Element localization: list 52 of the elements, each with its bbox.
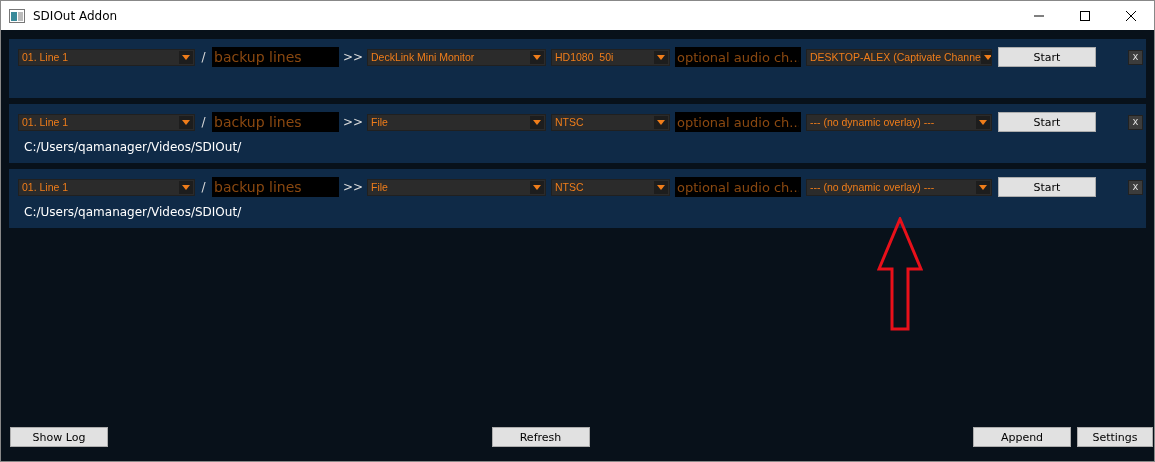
start-button[interactable]: Start (998, 47, 1096, 67)
backup-lines-field[interactable]: backup lines (212, 47, 339, 67)
remove-button[interactable]: x (1128, 179, 1143, 195)
backup-lines-field[interactable]: backup lines (212, 112, 339, 132)
refresh-button[interactable]: Refresh (491, 427, 590, 447)
caret-icon (530, 50, 544, 64)
caret-icon (654, 180, 668, 194)
settings-button[interactable]: Settings (1077, 427, 1153, 447)
app-icon (9, 8, 25, 23)
show-log-button[interactable]: Show Log (10, 427, 108, 447)
slash-separator: / (200, 115, 207, 129)
format-dropdown[interactable]: NTSC (551, 113, 670, 131)
caret-icon (530, 180, 544, 194)
format-dropdown[interactable]: NTSC (551, 178, 670, 196)
format-dropdown[interactable]: HD1080 50i (551, 48, 670, 66)
device-dropdown[interactable]: File (367, 178, 546, 196)
caret-icon (179, 50, 193, 64)
caret-icon (179, 115, 193, 129)
caret-icon (654, 50, 668, 64)
start-button[interactable]: Start (998, 177, 1096, 197)
audio-channels-field[interactable]: optional audio ch... (675, 177, 801, 197)
caret-icon (654, 115, 668, 129)
device-dropdown[interactable]: DeckLink Mini Monitor (367, 48, 546, 66)
arrow-separator: >> (341, 50, 365, 64)
audio-channels-field[interactable]: optional audio ch... (675, 112, 801, 132)
source-dropdown[interactable]: 01. Line 1 (18, 178, 195, 196)
overlay-dropdown[interactable]: --- (no dynamic overlay) --- (806, 178, 992, 196)
backup-lines-field[interactable]: backup lines (212, 177, 339, 197)
caret-icon (976, 115, 990, 129)
overlay-dropdown[interactable]: --- (no dynamic overlay) --- (806, 113, 992, 131)
append-button[interactable]: Append (973, 427, 1071, 447)
window-title: SDIOut Addon (33, 8, 118, 23)
caret-icon (179, 180, 193, 194)
remove-button[interactable]: x (1128, 49, 1143, 65)
caret-icon (980, 50, 991, 64)
output-path: C:/Users/qamanager/Videos/SDIOut/ (24, 205, 242, 219)
overlay-dropdown[interactable]: DESKTOP-ALEX (Captivate Channe (806, 48, 992, 66)
output-path: C:/Users/qamanager/Videos/SDIOut/ (24, 140, 242, 154)
source-dropdown[interactable]: 01. Line 1 (18, 48, 195, 66)
audio-channels-field[interactable]: optional audio ch... (675, 47, 801, 67)
device-dropdown[interactable]: File (367, 113, 546, 131)
arrow-separator: >> (341, 180, 365, 194)
close-icon[interactable] (1125, 9, 1137, 22)
caret-icon (976, 180, 990, 194)
source-dropdown[interactable]: 01. Line 1 (18, 113, 195, 131)
slash-separator: / (200, 180, 207, 194)
maximize-icon[interactable] (1079, 9, 1091, 22)
arrow-separator: >> (341, 115, 365, 129)
caret-icon (530, 115, 544, 129)
slash-separator: / (200, 50, 207, 64)
start-button[interactable]: Start (998, 112, 1096, 132)
remove-button[interactable]: x (1128, 114, 1143, 130)
